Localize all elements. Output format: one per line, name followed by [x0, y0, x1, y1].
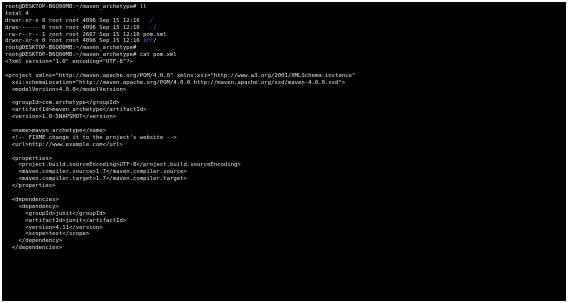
output-text: <artifactId>maven_archetype</artifactId> [5, 107, 147, 114]
terminal-line: drwxr-xr-x 0 root root 4096 Sep 15 12:16… [5, 38, 566, 45]
terminal-line: -rw-r--r-- 1 root root 2667 Sep 15 12:16… [5, 32, 566, 39]
shell-prompt-text: root@DESKTOP-B6Q00MB:~/maven_archetype# … [5, 4, 147, 10]
terminal-line: drwxr-xr-x 0 root root 4096 Sep 15 12:16… [5, 18, 566, 25]
terminal-line: <version>1.0-SNAPSHOT</version> [5, 114, 566, 121]
output-text: / [153, 38, 157, 45]
output-text: <modelVersion>4.0.0</modelVersion> [5, 86, 127, 93]
terminal-line: <!-- FIXME change it to the project's we… [5, 135, 566, 142]
terminal-line: <version>4.11</version> [5, 225, 566, 232]
output-text: drwxr-xr-x 0 root root 4096 Sep 15 12:16 [5, 38, 144, 45]
directory-name: ./ [146, 17, 154, 24]
terminal-line: </dependencies> [5, 245, 566, 252]
output-text: <groupId>junit</groupId> [5, 210, 107, 217]
output-text: <properties> [5, 155, 53, 162]
output-text: total 4 [5, 10, 29, 17]
terminal-line: root@DESKTOP-B6Q00MB:~/maven_archetype# [5, 45, 566, 52]
output-text: </dependencies> [5, 245, 63, 252]
output-text: <!-- FIXME change it to the project's we… [5, 134, 177, 141]
output-text: <name>maven_archetype</name> [5, 128, 107, 135]
output-text: <project.build.sourceEncoding>UTF-8</pro… [5, 162, 241, 169]
terminal-line: xsi:schemaLocation="http://maven.apache.… [5, 80, 566, 87]
output-text: <scope>test</scope> [5, 231, 90, 238]
terminal-line: <maven.compiler.target>1.7</maven.compil… [5, 176, 566, 183]
terminal-line: <maven.compiler.source>1.7</maven.compil… [5, 169, 566, 176]
terminal-line: root@DESKTOP-B6Q00MB:~/maven_archetype# … [5, 52, 566, 59]
output-text: <artifactId>junit</artifactId> [5, 217, 127, 224]
output-text: <maven.compiler.target>1.7</maven.compil… [5, 176, 187, 183]
terminal-line: <modelVersion>4.0.0</modelVersion> [5, 87, 566, 94]
terminal-line: <groupId>com.archetype</groupId> [5, 100, 566, 107]
terminal-line: </dependency> [5, 238, 566, 245]
output-text: <version>1.0-SNAPSHOT</version> [5, 114, 117, 121]
terminal-line: <name>maven_archetype</name> [5, 128, 566, 135]
output-text: <project xmlns="http://maven.apache.org/… [5, 72, 356, 79]
terminal-line: <project xmlns="http://maven.apache.org/… [5, 73, 566, 80]
terminal-output: root@DESKTOP-B6Q00MB:~/maven_archetype# … [2, 2, 566, 252]
output-text: xsi:schemaLocation="http://maven.apache.… [5, 79, 346, 86]
output-text: <?xml version="1.0" encoding="UTF-8"?> [5, 59, 133, 66]
terminal-window[interactable]: root@DESKTOP-B6Q00MB:~/maven_archetype# … [2, 2, 566, 301]
terminal-line: <url>http://www.example.com</url> [5, 142, 566, 149]
terminal-line: total 4 [5, 11, 566, 18]
output-text: <dependency> [5, 203, 59, 210]
terminal-line: <properties> [5, 156, 566, 163]
output-text: drwx------ 0 root root 4096 Sep 15 12:16 [5, 24, 147, 31]
output-text: <url>http://www.example.com</url> [5, 141, 123, 148]
output-text: <maven.compiler.source>1.7</maven.compil… [5, 169, 187, 176]
terminal-line: <dependency> [5, 204, 566, 211]
terminal-line: <dependencies> [5, 197, 566, 204]
terminal-line: <groupId>junit</groupId> [5, 211, 566, 218]
shell-prompt-text: root@DESKTOP-B6Q00MB:~/maven_archetype# [5, 45, 137, 52]
shell-prompt-text: root@DESKTOP-B6Q00MB:~/maven_archetype# … [5, 52, 177, 59]
directory-name: ../ [146, 24, 157, 31]
output-text: <version>4.11</version> [5, 224, 103, 231]
terminal-line: <scope>test</scope> [5, 231, 566, 238]
output-text: </properties> [5, 183, 56, 190]
output-text: </dependency> [5, 238, 63, 245]
output-text: <groupId>com.archetype</groupId> [5, 100, 120, 107]
terminal-line: </properties> [5, 183, 566, 190]
output-text: -rw-r--r-- 1 root root 2667 Sep 15 12:16… [5, 31, 167, 38]
directory-name: src [143, 38, 154, 45]
terminal-line: <?xml version="1.0" encoding="UTF-8"?> [5, 59, 566, 66]
terminal-line: <artifactId>junit</artifactId> [5, 218, 566, 225]
output-text: <dependencies> [5, 196, 59, 203]
output-text: drwxr-xr-x 0 root root 4096 Sep 15 12:16 [5, 17, 147, 24]
terminal-line: root@DESKTOP-B6Q00MB:~/maven_archetype# … [5, 4, 566, 11]
terminal-line: drwx------ 0 root root 4096 Sep 15 12:16… [5, 25, 566, 32]
terminal-line: <artifactId>maven_archetype</artifactId> [5, 107, 566, 114]
terminal-line: <project.build.sourceEncoding>UTF-8</pro… [5, 162, 566, 169]
